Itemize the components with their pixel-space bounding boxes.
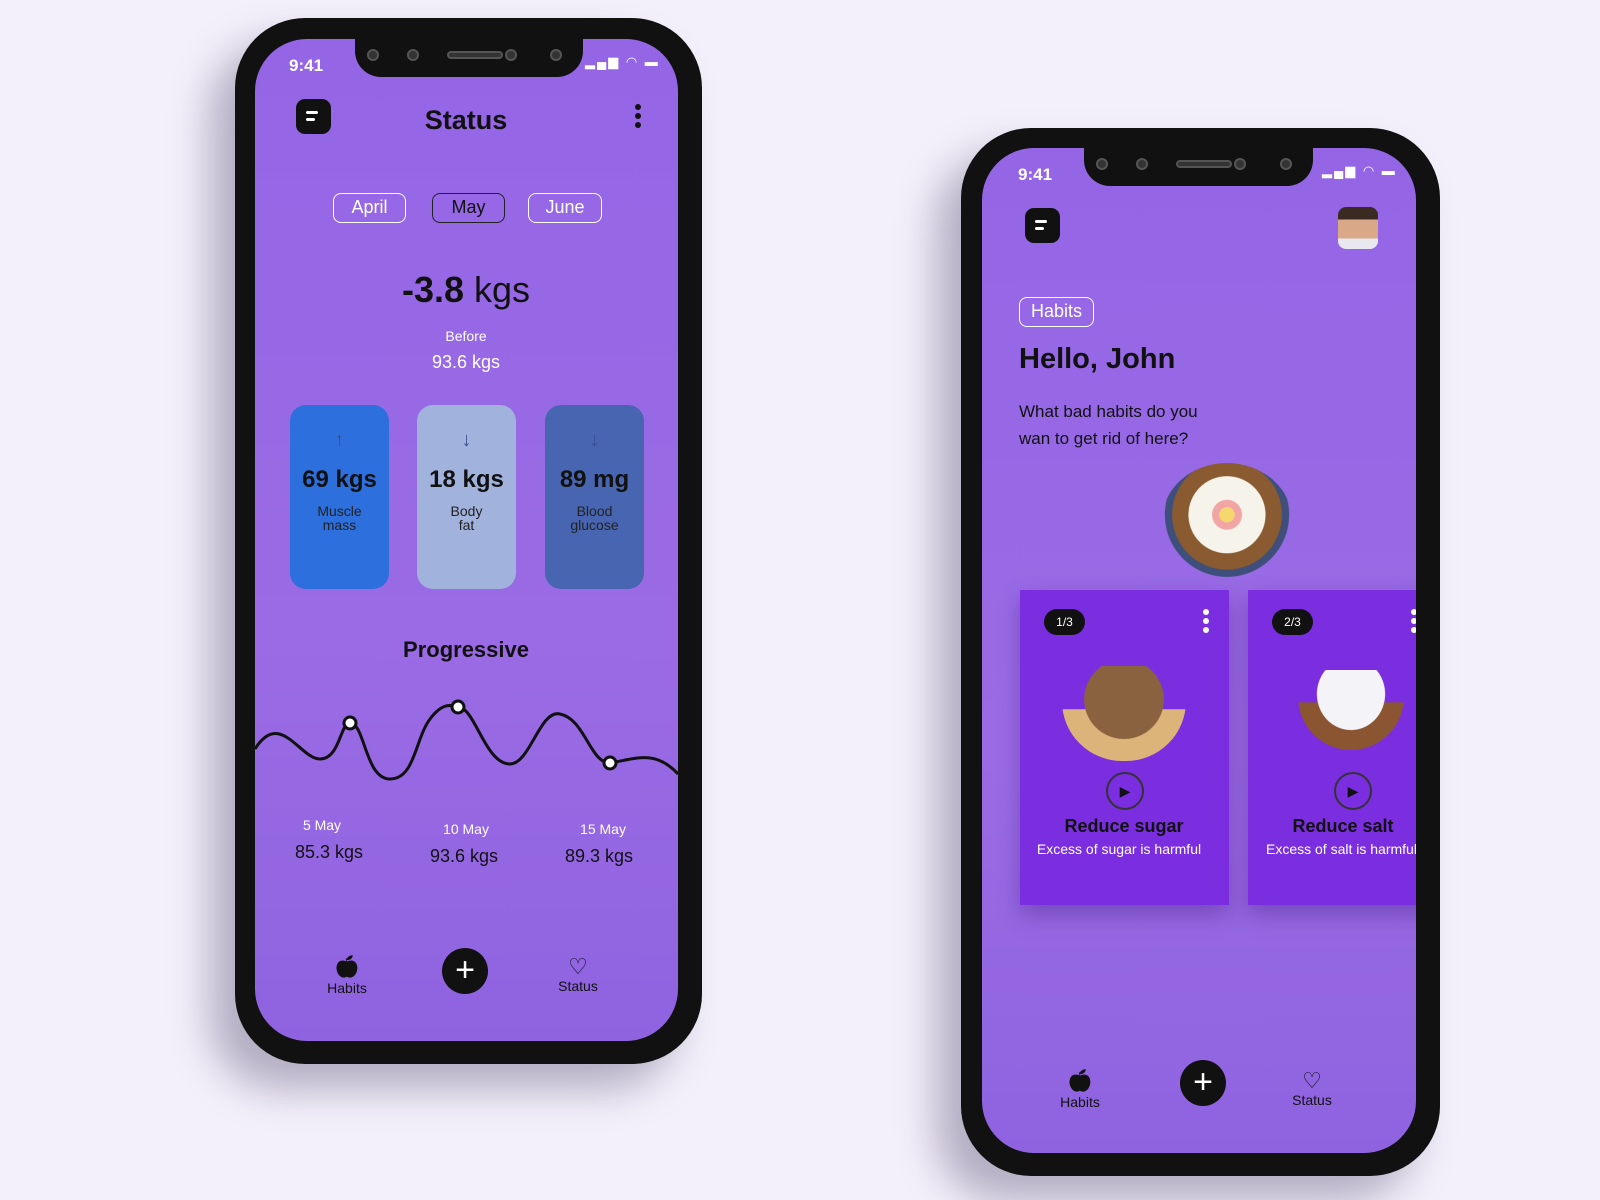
status-screen: 9:41 ▂▄▆ ◠ ▬ Status April May June -3.8 …: [255, 39, 678, 1041]
point-value: 93.6 kgs: [429, 846, 499, 866]
card-subtitle: Excess of sugar is harmful: [1036, 841, 1202, 857]
data-point[interactable]: [342, 715, 358, 731]
point-value: 85.3 kgs: [294, 842, 364, 862]
add-button[interactable]: +: [1180, 1060, 1226, 1106]
stat-card-muscle[interactable]: ↑ 69 kgs Muscle mass: [290, 405, 389, 589]
clock: 9:41: [1018, 165, 1053, 184]
progress-curve: [255, 699, 678, 781]
play-button[interactable]: ▶: [1334, 772, 1372, 810]
phone-habits: 9:41 ▂▄▆ ◠ ▬ Habits Hello, John What bad…: [961, 128, 1440, 1176]
menu-icon[interactable]: [296, 99, 331, 134]
question-line-1: What bad habits do you: [1019, 402, 1198, 421]
dessert-bowl-image: [1162, 463, 1292, 578]
greeting: Hello, John: [1019, 343, 1176, 375]
stat-card-blood-glucose[interactable]: ↓ 89 mg Blood glucose: [545, 405, 644, 589]
add-button[interactable]: +: [442, 948, 488, 994]
card-subtitle: Excess of salt is harmful: [1266, 841, 1416, 857]
notch: [355, 39, 583, 77]
nav-status[interactable]: ♡ Status: [1292, 1068, 1332, 1109]
nav-habits[interactable]: 🍎︎ Habits: [1060, 1068, 1100, 1110]
habits-tag[interactable]: Habits: [1019, 297, 1094, 327]
month-june[interactable]: June: [528, 193, 602, 223]
arrow-down-icon: ↓: [461, 429, 472, 451]
before-value: 93.6 kgs: [431, 352, 501, 372]
card-title: Reduce salt: [1292, 816, 1394, 836]
heart-icon: ♡: [1302, 1068, 1322, 1093]
card-title: Reduce sugar: [1064, 816, 1184, 836]
question-line-2: wan to get rid of here?: [1019, 429, 1189, 448]
more-options-icon[interactable]: [635, 101, 641, 131]
month-april[interactable]: April: [333, 193, 406, 223]
nav-habits[interactable]: 🍎︎ Habits: [327, 954, 367, 996]
salt-bowl-image: [1298, 670, 1404, 750]
before-label: Before: [445, 328, 487, 344]
point-date: 10 May: [443, 821, 489, 837]
heart-icon: ♡: [568, 954, 588, 979]
apple-icon: 🍎︎: [333, 954, 361, 979]
habits-screen: 9:41 ▂▄▆ ◠ ▬ Habits Hello, John What bad…: [982, 148, 1416, 1153]
point-value: 89.3 kgs: [564, 846, 634, 866]
habit-card-salt[interactable]: 2/3 ▶ Reduce salt Excess of salt is harm…: [1248, 590, 1416, 905]
card-index-badge: 1/3: [1044, 609, 1085, 635]
point-date: 5 May: [302, 817, 342, 833]
sugar-bowl-image: [1062, 666, 1186, 761]
habit-card-sugar[interactable]: 1/3 ▶ Reduce sugar Excess of sugar is ha…: [1020, 590, 1229, 905]
data-point[interactable]: [450, 699, 466, 715]
page-title: Status: [424, 105, 508, 135]
more-options-icon[interactable]: [1203, 606, 1209, 636]
data-point[interactable]: [602, 755, 618, 771]
avatar[interactable]: [1338, 207, 1378, 249]
stat-card-body-fat[interactable]: ↓ 18 kgs Body fat: [417, 405, 516, 589]
phone-status: 9:41 ▂▄▆ ◠ ▬ Status April May June -3.8 …: [235, 18, 702, 1064]
apple-icon: 🍎︎: [1066, 1068, 1094, 1093]
play-button[interactable]: ▶: [1106, 772, 1144, 810]
card-index-badge: 2/3: [1272, 609, 1313, 635]
signal-wifi-battery-icon: ▂▄▆ ◠ ▬: [1322, 163, 1397, 178]
signal-wifi-battery-icon: ▂▄▆ ◠ ▬: [585, 54, 660, 69]
arrow-down-icon: ↓: [589, 429, 600, 451]
nav-status[interactable]: ♡ Status: [558, 954, 598, 995]
more-options-icon[interactable]: [1411, 606, 1416, 636]
month-may[interactable]: May: [432, 193, 505, 223]
menu-icon[interactable]: [1025, 208, 1060, 243]
weight-change: -3.8 kgs: [401, 269, 531, 310]
clock: 9:41: [289, 56, 324, 75]
notch: [1084, 148, 1313, 186]
point-date: 15 May: [580, 821, 626, 837]
progress-title: Progressive: [403, 637, 529, 662]
arrow-up-icon: ↑: [334, 429, 345, 451]
